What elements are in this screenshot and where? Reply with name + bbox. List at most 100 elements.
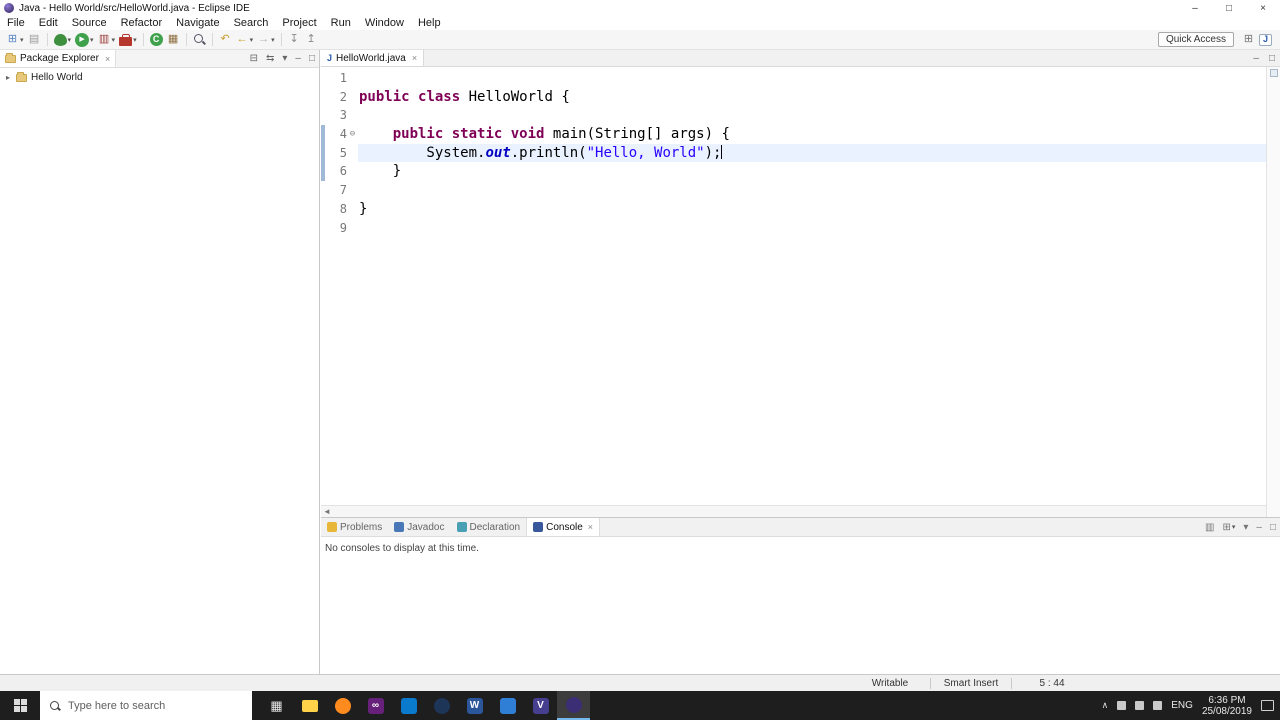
code-line-8[interactable]: 8}	[321, 200, 1266, 219]
firefox-icon[interactable]	[326, 691, 359, 720]
editor-horizontal-scrollbar[interactable]: ◄	[321, 505, 1266, 517]
close-view-icon[interactable]: ×	[586, 522, 593, 532]
code-content[interactable]: }	[358, 200, 1266, 219]
tab-problems[interactable]: Problems	[321, 518, 388, 536]
tray-icon-3[interactable]	[1153, 701, 1163, 710]
line-number[interactable]: 4	[325, 125, 347, 144]
save-icon[interactable]: ▤	[26, 31, 43, 49]
next-annotation-icon[interactable]: ↧	[288, 32, 301, 47]
chevron-down-icon[interactable]: ▾	[271, 36, 275, 44]
minimize-button[interactable]: –	[1178, 0, 1212, 16]
minimize-view-icon[interactable]: –	[1248, 53, 1264, 64]
view-menu-icon[interactable]: ▾	[1239, 522, 1252, 533]
task-view-icon[interactable]: ▦	[260, 691, 293, 720]
save-icon[interactable]: ▤	[28, 32, 41, 47]
code-token[interactable]: HelloWorld {	[460, 89, 570, 105]
code-token[interactable]: }	[359, 163, 401, 179]
new-icon[interactable]: ⊞	[6, 32, 19, 47]
code-token[interactable]	[359, 126, 393, 142]
code-token[interactable]	[443, 126, 451, 142]
editor-code[interactable]: 1 2 public class HelloWorld {3 4 ⊖ public st…	[321, 67, 1266, 505]
code-token[interactable]: out	[485, 145, 510, 161]
coverage-icon[interactable]: ▥	[98, 32, 111, 47]
view-menu-icon[interactable]: ▾	[278, 53, 291, 64]
external-tools-icon[interactable]: ▾	[117, 31, 139, 49]
v-app-icon[interactable]: V	[524, 691, 557, 720]
overview-ruler[interactable]	[1266, 67, 1280, 517]
external-tools-icon[interactable]	[119, 33, 133, 46]
tree-expander-icon[interactable]: ▸	[4, 73, 12, 82]
maximize-button[interactable]: □	[1212, 0, 1246, 16]
new-java-package-icon[interactable]: ▦	[165, 31, 182, 49]
code-token[interactable]: void	[511, 126, 545, 142]
line-number[interactable]: 3	[325, 106, 347, 125]
link-with-editor-icon[interactable]: ⇆	[262, 53, 278, 64]
code-line-9[interactable]: 9	[321, 219, 1266, 238]
code-content[interactable]	[358, 69, 1266, 88]
package-explorer-tab[interactable]: Package Explorer ×	[0, 50, 117, 67]
line-number[interactable]: 9	[325, 219, 347, 238]
menu-item-navigate[interactable]: Navigate	[169, 17, 226, 29]
code-token[interactable]: );	[705, 145, 722, 161]
code-line-2[interactable]: 2 public class HelloWorld {	[321, 88, 1266, 107]
maximize-view-icon[interactable]: □	[1264, 53, 1280, 64]
last-edit-location-icon[interactable]: ↶	[217, 31, 234, 49]
last-edit-location-icon[interactable]: ↶	[219, 32, 232, 47]
minimize-view-icon[interactable]: –	[1252, 522, 1266, 533]
forward-icon[interactable]: →	[257, 32, 270, 47]
menu-item-window[interactable]: Window	[358, 17, 411, 29]
open-perspective-icon[interactable]: ⊞	[1240, 31, 1257, 49]
tab-console[interactable]: Console ×	[526, 518, 601, 536]
code-token[interactable]: }	[359, 201, 367, 217]
code-token[interactable]	[410, 89, 418, 105]
display-selected-console-icon[interactable]: ▥	[1201, 522, 1218, 533]
tab-javadoc[interactable]: Javadoc	[388, 518, 450, 536]
code-content[interactable]	[358, 219, 1266, 238]
code-token[interactable]: public	[393, 126, 444, 142]
menu-item-help[interactable]: Help	[411, 17, 448, 29]
eclipse-icon[interactable]	[557, 691, 590, 720]
java-perspective-icon[interactable]: J	[1257, 31, 1274, 49]
code-token[interactable]	[502, 126, 510, 142]
code-content[interactable]	[358, 181, 1266, 200]
menu-item-file[interactable]: File	[0, 17, 32, 29]
open-console-icon[interactable]: ⊞ ▾	[1218, 522, 1239, 533]
tray-icon-1[interactable]	[1117, 701, 1127, 710]
chevron-down-icon[interactable]: ▾	[20, 36, 24, 44]
chevron-down-icon[interactable]: ▾	[112, 36, 116, 44]
code-token[interactable]: static	[452, 126, 503, 142]
code-token[interactable]: .println(	[511, 145, 587, 161]
open-perspective-icon[interactable]: ⊞	[1242, 32, 1255, 47]
tree-item-hello-world[interactable]: ▸ Hello World	[0, 68, 319, 85]
code-content[interactable]: System.out.println("Hello, World");	[358, 143, 1266, 163]
close-button[interactable]: ×	[1246, 0, 1280, 16]
code-content[interactable]: public class HelloWorld {	[358, 88, 1266, 107]
code-content[interactable]: public static void main(String[] args) {	[358, 125, 1266, 144]
line-number[interactable]: 1	[325, 69, 347, 88]
coverage-icon[interactable]: ▥ ▾	[96, 31, 118, 49]
code-token[interactable]: "Hello, World"	[587, 145, 705, 161]
code-line-3[interactable]: 3	[321, 106, 1266, 125]
code-token[interactable]: class	[418, 89, 460, 105]
app-icon-dark[interactable]	[425, 691, 458, 720]
code-line-7[interactable]: 7	[321, 181, 1266, 200]
chevron-down-icon[interactable]: ▾	[250, 36, 254, 44]
menu-item-project[interactable]: Project	[275, 17, 323, 29]
code-line-6[interactable]: 6 }	[321, 162, 1266, 182]
hidden-icons-chevron-icon[interactable]: ∧	[1102, 700, 1109, 711]
previous-annotation-icon[interactable]: ↥	[305, 32, 318, 47]
code-content[interactable]: }	[358, 162, 1266, 181]
run-icon[interactable]: ▶ ▾	[73, 31, 96, 49]
line-number[interactable]: 6	[325, 162, 347, 181]
maximize-view-icon[interactable]: □	[305, 53, 319, 64]
code-token[interactable]: public	[359, 89, 410, 105]
line-number[interactable]: 7	[325, 181, 347, 200]
next-annotation-icon[interactable]: ↧	[286, 31, 303, 49]
run-icon[interactable]: ▶	[75, 32, 90, 47]
vscode-icon[interactable]	[392, 691, 425, 720]
search-icon[interactable]	[191, 31, 208, 49]
chevron-down-icon[interactable]: ▾	[90, 36, 94, 44]
fold-marker-icon[interactable]: ⊖	[347, 125, 358, 144]
new-java-package-icon[interactable]: ▦	[167, 32, 180, 47]
line-number[interactable]: 8	[325, 200, 347, 219]
